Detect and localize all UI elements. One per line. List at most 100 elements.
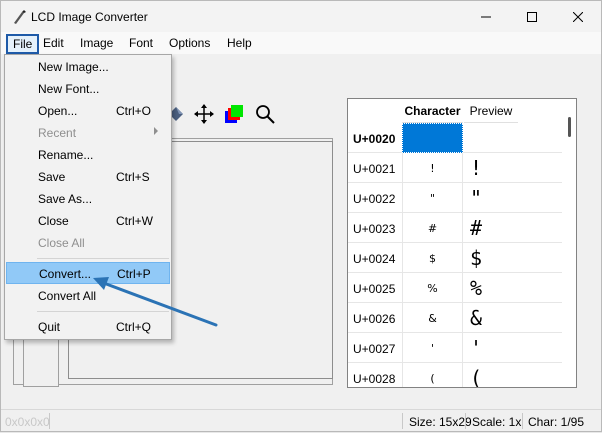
menu-item-convert-all[interactable]: Convert All: [6, 285, 170, 307]
row-code: U+0020: [353, 132, 396, 146]
row-code: U+0027: [353, 342, 396, 356]
menu-font[interactable]: Font: [129, 36, 153, 50]
close-button[interactable]: [555, 1, 601, 32]
status-scale: Scale: 1x: [472, 415, 522, 429]
window-title: LCD Image Converter: [31, 10, 148, 24]
row-character[interactable]: %: [402, 273, 463, 303]
minimize-icon: [481, 16, 491, 17]
column-header-preview[interactable]: Preview: [464, 99, 518, 123]
table-row[interactable]: U+0028 ( (: [348, 363, 562, 388]
file-menu-dropdown: New Image... New Font... Open... Ctrl+O …: [4, 54, 172, 340]
row-character[interactable]: (: [402, 363, 463, 387]
app-icon: [14, 10, 26, 24]
menu-item-shortcut: Ctrl+P: [117, 267, 151, 281]
row-preview: (: [470, 366, 483, 388]
menu-item-label: Recent: [38, 126, 77, 140]
row-preview: %: [470, 276, 483, 300]
menu-options[interactable]: Options: [169, 36, 210, 50]
menu-item-label: Close: [38, 214, 69, 228]
move-icon[interactable]: [193, 103, 215, 125]
row-character[interactable]: &: [402, 303, 463, 333]
row-code: U+0026: [353, 312, 396, 326]
row-code: U+0024: [353, 252, 396, 266]
table-row[interactable]: U+0026 & &: [348, 303, 562, 333]
status-left: 0x0x0x0: [5, 415, 50, 429]
table-row[interactable]: U+0027 ' ': [348, 333, 562, 363]
menu-item-quit[interactable]: Quit Ctrl+Q: [6, 316, 170, 338]
menu-file[interactable]: File: [6, 34, 40, 54]
row-character[interactable]: ': [402, 333, 463, 363]
menu-item-label: Quit: [38, 320, 61, 334]
menu-item-shortcut: Ctrl+W: [116, 214, 153, 228]
row-code: U+0028: [353, 372, 396, 386]
vertical-scrollbar[interactable]: [562, 99, 576, 387]
menu-item-shortcut: Ctrl+O: [116, 104, 152, 118]
menu-item-label: Save As...: [38, 192, 93, 206]
maximize-button[interactable]: [509, 1, 555, 32]
zoom-icon[interactable]: [254, 103, 276, 125]
row-preview: #: [470, 216, 483, 240]
row-character[interactable]: #: [402, 213, 463, 243]
menu-bar: File Edit Image Font Options Help: [1, 32, 601, 54]
row-character[interactable]: ": [402, 183, 463, 213]
title-bar: LCD Image Converter: [1, 1, 601, 32]
status-bar: 0x0x0x0 Size: 15x29 Scale: 1x Char: 1/95: [1, 409, 601, 431]
menu-item-label: Rename...: [38, 148, 94, 162]
menu-item-close[interactable]: Close Ctrl+W: [6, 210, 170, 232]
row-code: U+0022: [353, 192, 396, 206]
menu-item-new-font[interactable]: New Font...: [6, 78, 170, 100]
menu-help[interactable]: Help: [227, 36, 252, 50]
menu-item-convert[interactable]: Convert... Ctrl+P: [6, 262, 170, 284]
submenu-arrow-icon: [154, 127, 158, 135]
status-separator: [465, 413, 466, 429]
row-character[interactable]: [402, 123, 463, 153]
menu-edit[interactable]: Edit: [43, 36, 64, 50]
menu-item-shortcut: Ctrl+S: [116, 170, 150, 184]
character-table[interactable]: Character Preview U+0020 U+0021 ! ! U+00…: [347, 98, 577, 388]
menu-item-rename[interactable]: Rename...: [6, 144, 170, 166]
menu-item-label: Convert...: [39, 267, 92, 281]
menu-item-shortcut: Ctrl+Q: [116, 320, 152, 334]
row-preview: ": [470, 186, 483, 210]
row-character[interactable]: !: [402, 153, 463, 183]
row-preview: !: [470, 156, 483, 180]
status-separator: [402, 413, 403, 429]
table-row[interactable]: U+0024 $ $: [348, 243, 562, 273]
table-row[interactable]: U+0023 # #: [348, 213, 562, 243]
scrollbar-thumb[interactable]: [568, 117, 571, 137]
menu-item-save-as[interactable]: Save As...: [6, 188, 170, 210]
row-preview: $: [470, 246, 483, 270]
menu-item-close-all: Close All: [6, 232, 170, 254]
table-row[interactable]: U+0020: [348, 123, 562, 153]
maximize-icon: [527, 11, 537, 22]
row-code: U+0021: [353, 162, 396, 176]
color-swatch-icon[interactable]: [223, 103, 245, 125]
row-preview: ': [470, 336, 483, 360]
menu-item-label: Open...: [38, 104, 78, 118]
row-preview: &: [470, 306, 483, 330]
column-header-character[interactable]: Character: [402, 99, 463, 123]
menu-item-label: Convert All: [38, 289, 97, 303]
menu-item-label: New Font...: [38, 82, 100, 96]
table-row[interactable]: U+0021 ! !: [348, 153, 562, 183]
menu-item-label: Save: [38, 170, 66, 184]
menu-separator: [37, 311, 169, 312]
status-separator: [49, 413, 50, 429]
menu-separator: [37, 258, 169, 259]
row-code: U+0023: [353, 222, 396, 236]
status-size: Size: 15x29: [409, 415, 472, 429]
menu-item-label: Close All: [38, 236, 85, 250]
menu-item-save[interactable]: Save Ctrl+S: [6, 166, 170, 188]
row-code: U+0025: [353, 282, 396, 296]
status-separator: [522, 413, 523, 429]
status-char: Char: 1/95: [528, 415, 585, 429]
app-window: LCD Image Converter File Edit Image Font…: [0, 0, 602, 432]
menu-item-open[interactable]: Open... Ctrl+O: [6, 100, 170, 122]
menu-item-label: New Image...: [38, 60, 109, 74]
minimize-button[interactable]: [463, 1, 509, 32]
row-character[interactable]: $: [402, 243, 463, 273]
menu-image[interactable]: Image: [80, 36, 113, 50]
table-row[interactable]: U+0022 " ": [348, 183, 562, 213]
table-row[interactable]: U+0025 % %: [348, 273, 562, 303]
menu-item-new-image[interactable]: New Image...: [6, 56, 170, 78]
